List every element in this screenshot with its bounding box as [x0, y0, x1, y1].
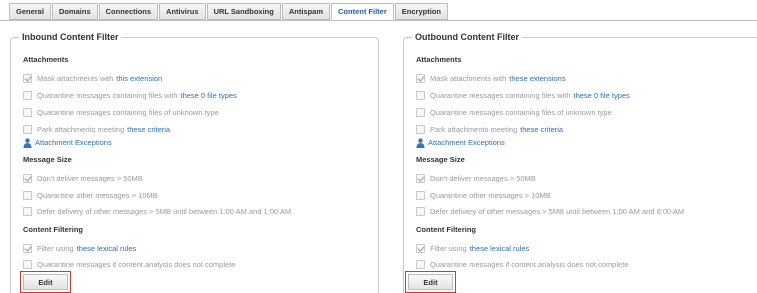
quarantine-unknown-type-checkbox[interactable]	[23, 108, 32, 117]
option-label: Quarantine other messages > 10MB	[430, 191, 551, 200]
option-label: Mask attachments with	[430, 74, 507, 83]
content-filtering-header: Content Filtering	[416, 225, 476, 234]
tab-connections[interactable]: Connections	[98, 3, 159, 20]
option-label: Park attachments meeting	[430, 125, 518, 134]
message-size-header: Message Size	[416, 155, 465, 164]
defer-delivery-option: Defer delivery of other messages > 5MB u…	[23, 206, 291, 217]
filter-lexical-option: Filter using these lexical rules	[416, 243, 529, 254]
panel-title: Inbound Content Filter	[19, 31, 122, 44]
option-label: Quarantine messages if content analysis …	[430, 260, 629, 269]
inbound-edit-button[interactable]: Edit	[23, 274, 68, 290]
attachment-exceptions-row: Attachment Exceptions	[23, 137, 112, 148]
quarantine-file-types-checkbox[interactable]	[23, 91, 32, 100]
defer-delivery-checkbox[interactable]	[416, 207, 425, 216]
tab-url-sandboxing[interactable]: URL Sandboxing	[206, 3, 281, 20]
dont-deliver-option: Don't deliver messages > 50MB	[416, 173, 536, 184]
tab-antispam[interactable]: Antispam	[281, 3, 331, 20]
attachments-header: Attachments	[23, 55, 69, 64]
attachment-exceptions-row: Attachment Exceptions	[416, 137, 505, 148]
message-size-header: Message Size	[23, 155, 72, 164]
defer-delivery-checkbox[interactable]	[23, 207, 32, 216]
option-label: Defer delivery of other messages > 5MB u…	[430, 207, 685, 216]
mask-attachments-option: Mask attachments with this extension	[23, 73, 162, 84]
attachment-exceptions-link[interactable]: Attachment Exceptions	[428, 138, 505, 147]
outbound-content-filter-panel: Outbound Content Filter Attachments Mask…	[403, 31, 757, 293]
option-label: Filter using	[37, 244, 74, 253]
edit-button-highlight: Edit	[405, 271, 456, 293]
option-label: Quarantine messages containing files wit…	[37, 91, 178, 100]
option-label: Filter using	[430, 244, 467, 253]
inbound-content-filter-panel: Inbound Content Filter Attachments Mask …	[10, 31, 379, 293]
quarantine-analysis-option: Quarantine messages if content analysis …	[23, 259, 235, 270]
attachment-exceptions-link[interactable]: Attachment Exceptions	[35, 138, 112, 147]
option-label: Don't deliver messages > 50MB	[37, 174, 143, 183]
filter-lexical-checkbox[interactable]	[23, 244, 32, 253]
tab-divider	[0, 20, 757, 21]
attachment-exceptions-icon	[416, 137, 425, 148]
lexical-rules-link[interactable]: these lexical rules	[77, 244, 137, 253]
edit-button-highlight: Edit	[20, 271, 71, 293]
tab-content-filter[interactable]: Content Filter	[331, 3, 394, 20]
tab-bar: General Domains Connections Antivirus UR…	[9, 3, 449, 20]
park-attachments-checkbox[interactable]	[416, 125, 425, 134]
quarantine-file-types-checkbox[interactable]	[416, 91, 425, 100]
file-types-link[interactable]: these 0 file types	[574, 91, 630, 100]
quarantine-file-types-option: Quarantine messages containing files wit…	[416, 90, 630, 101]
attachments-header: Attachments	[416, 55, 462, 64]
filter-lexical-option: Filter using these lexical rules	[23, 243, 136, 254]
file-types-link[interactable]: these 0 file types	[181, 91, 237, 100]
mask-extension-link[interactable]: this extension	[116, 74, 162, 83]
quarantine-other-option: Quarantine other messages > 10MB	[23, 190, 158, 201]
dont-deliver-option: Don't deliver messages > 50MB	[23, 173, 143, 184]
park-criteria-link[interactable]: these criteria	[520, 125, 563, 134]
outbound-edit-button[interactable]: Edit	[408, 274, 453, 290]
mask-attachments-option: Mask attachments with these extensions	[416, 73, 566, 84]
mask-attachments-checkbox[interactable]	[23, 74, 32, 83]
park-attachments-option: Park attachments meeting these criteria	[416, 124, 563, 135]
quarantine-unknown-type-option: Quarantine messages containing files of …	[416, 107, 612, 118]
tab-domains[interactable]: Domains	[51, 3, 98, 20]
mask-extensions-link[interactable]: these extensions	[509, 74, 565, 83]
option-label: Mask attachments with	[37, 74, 114, 83]
mask-attachments-checkbox[interactable]	[416, 74, 425, 83]
quarantine-analysis-checkbox[interactable]	[416, 260, 425, 269]
filter-lexical-checkbox[interactable]	[416, 244, 425, 253]
quarantine-other-option: Quarantine other messages > 10MB	[416, 190, 551, 201]
tab-general[interactable]: General	[9, 3, 51, 20]
option-label: Quarantine other messages > 10MB	[37, 191, 158, 200]
option-label: Park attachments meeting	[37, 125, 125, 134]
option-label: Quarantine messages if content analysis …	[37, 260, 236, 269]
quarantine-file-types-option: Quarantine messages containing files wit…	[23, 90, 237, 101]
quarantine-analysis-checkbox[interactable]	[23, 260, 32, 269]
quarantine-unknown-type-checkbox[interactable]	[416, 108, 425, 117]
option-label: Defer delivery of other messages > 5MB u…	[37, 207, 292, 216]
content-filtering-header: Content Filtering	[23, 225, 83, 234]
tab-antivirus[interactable]: Antivirus	[159, 3, 206, 20]
park-attachments-checkbox[interactable]	[23, 125, 32, 134]
attachment-exceptions-icon	[23, 137, 32, 148]
quarantine-unknown-type-option: Quarantine messages containing files of …	[23, 107, 219, 118]
panel-title: Outbound Content Filter	[412, 31, 522, 44]
lexical-rules-link[interactable]: these lexical rules	[470, 244, 530, 253]
quarantine-analysis-option: Quarantine messages if content analysis …	[416, 259, 628, 270]
quarantine-other-checkbox[interactable]	[416, 191, 425, 200]
quarantine-other-checkbox[interactable]	[23, 191, 32, 200]
option-label: Quarantine messages containing files wit…	[430, 91, 571, 100]
option-label: Don't deliver messages > 50MB	[430, 174, 536, 183]
defer-delivery-option: Defer delivery of other messages > 5MB u…	[416, 206, 684, 217]
dont-deliver-checkbox[interactable]	[416, 174, 425, 183]
dont-deliver-checkbox[interactable]	[23, 174, 32, 183]
option-label: Quarantine messages containing files of …	[430, 108, 612, 117]
park-criteria-link[interactable]: these criteria	[127, 125, 170, 134]
tab-encryption[interactable]: Encryption	[394, 3, 448, 20]
park-attachments-option: Park attachments meeting these criteria	[23, 124, 170, 135]
option-label: Quarantine messages containing files of …	[37, 108, 219, 117]
